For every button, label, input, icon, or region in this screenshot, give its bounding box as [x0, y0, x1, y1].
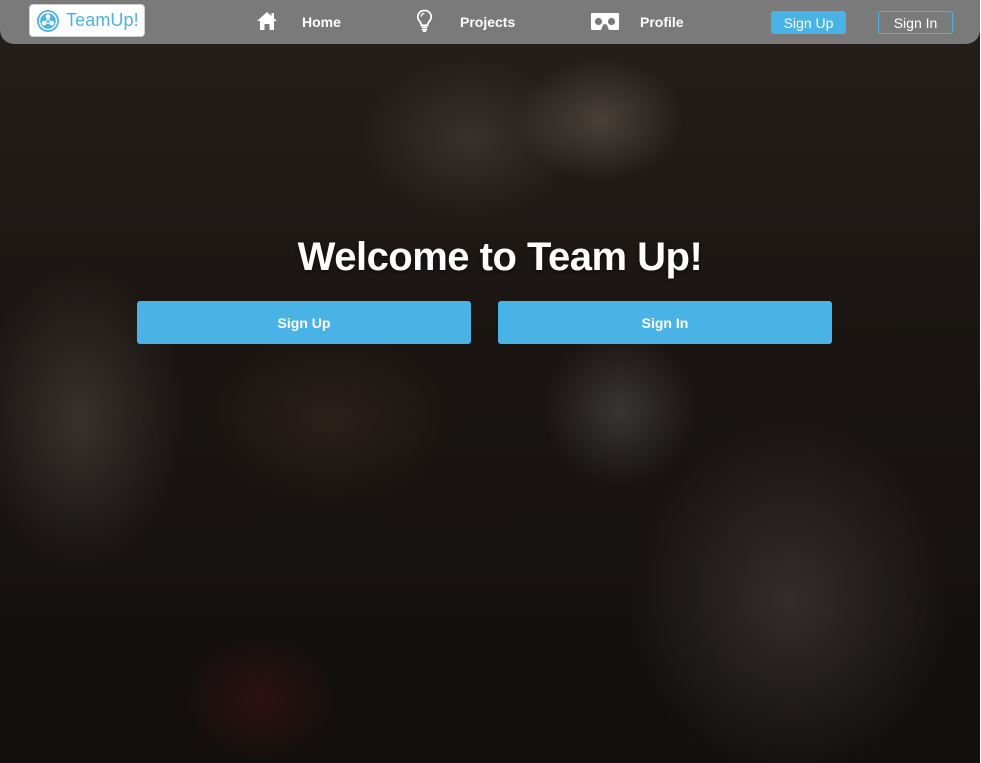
nav-signup-button[interactable]: Sign Up — [771, 11, 846, 34]
nav-projects-link[interactable]: Projects — [416, 0, 515, 44]
hero-overlay — [0, 0, 980, 763]
nav-home-label: Home — [302, 14, 341, 30]
nav-profile-link[interactable]: Profile — [590, 0, 684, 44]
home-icon — [256, 11, 278, 34]
vr-headset-icon — [590, 10, 620, 35]
hero-signin-button[interactable]: Sign In — [498, 301, 832, 344]
brand-logo-link[interactable]: TeamUp! — [29, 4, 145, 37]
hero-signup-button[interactable]: Sign Up — [137, 301, 471, 344]
hero-title: Welcome to Team Up! — [297, 234, 703, 279]
nav-signin-button[interactable]: Sign In — [878, 11, 953, 34]
page: TeamUp! Home Projects Profile Sign Up Si… — [0, 0, 981, 763]
nav-profile-label: Profile — [640, 14, 684, 30]
teamup-logo-icon — [36, 9, 60, 33]
nav-home-link[interactable]: Home — [256, 0, 341, 44]
nav-projects-label: Projects — [460, 14, 516, 30]
brand-name: TeamUp! — [66, 10, 139, 30]
top-navbar: TeamUp! Home Projects Profile Sign Up Si… — [0, 0, 980, 44]
lightbulb-icon — [416, 9, 433, 36]
